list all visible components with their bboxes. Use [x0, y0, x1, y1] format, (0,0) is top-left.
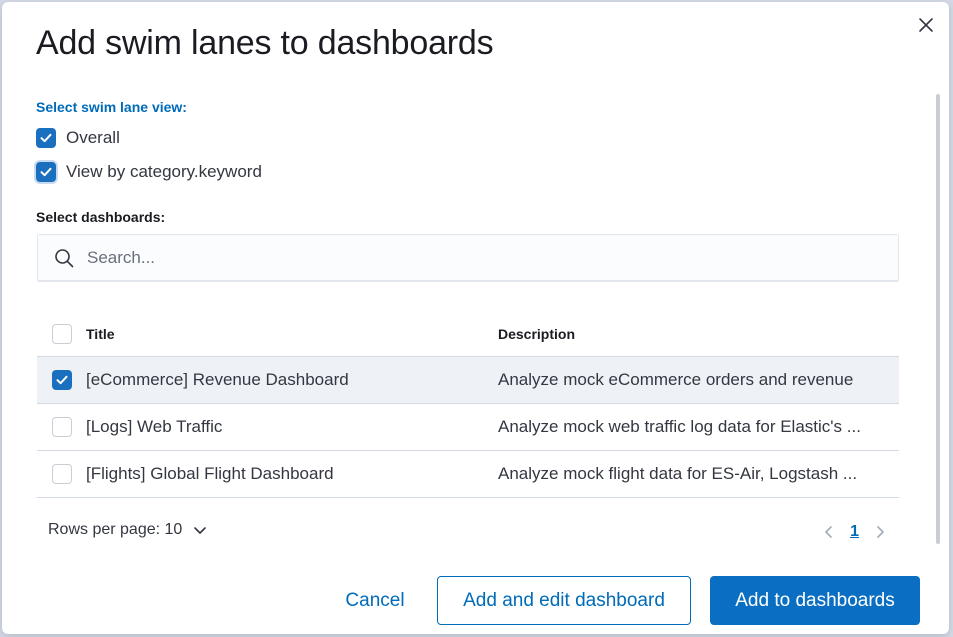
- row-title: [eCommerce] Revenue Dashboard: [86, 370, 349, 389]
- select-all-checkbox[interactable]: [51, 324, 72, 344]
- chevron-down-icon: [192, 522, 208, 538]
- option-view-by-category[interactable]: View by category.keyword: [36, 162, 262, 182]
- search-field[interactable]: [37, 234, 899, 282]
- page-number[interactable]: 1: [850, 523, 859, 541]
- swimlane-view-label: Select swim lane view:: [36, 99, 187, 115]
- row-title: [Logs] Web Traffic: [86, 417, 223, 436]
- table-row[interactable]: [eCommerce] Revenue Dashboard Analyze mo…: [37, 357, 899, 404]
- add-to-dashboards-button[interactable]: Add to dashboards: [710, 576, 920, 625]
- row-description: Analyze mock web traffic log data for El…: [498, 417, 861, 436]
- view-by-category-label: View by category.keyword: [66, 162, 262, 181]
- rows-per-page-button[interactable]: Rows per page: 10: [48, 521, 208, 539]
- column-description[interactable]: Description: [498, 326, 899, 342]
- check-icon: [56, 370, 68, 390]
- scrollbar[interactable]: [936, 94, 940, 544]
- cancel-button[interactable]: Cancel: [330, 576, 420, 625]
- search-input[interactable]: [87, 248, 867, 268]
- row-description: Analyze mock flight data for ES-Air, Log…: [498, 464, 858, 483]
- check-icon: [40, 128, 52, 148]
- rows-per-page-label: Rows per page: 10: [48, 521, 183, 538]
- modal-title: Add swim lanes to dashboards: [36, 24, 494, 62]
- overall-checkbox[interactable]: [36, 128, 56, 148]
- table-row[interactable]: [Logs] Web Traffic Analyze mock web traf…: [37, 404, 899, 451]
- select-dashboards-label: Select dashboards:: [36, 209, 166, 225]
- option-overall[interactable]: Overall: [36, 128, 120, 148]
- arrow-left-icon[interactable]: [818, 521, 840, 543]
- view-by-category-checkbox[interactable]: [36, 162, 56, 182]
- add-and-edit-dashboard-button[interactable]: Add and edit dashboard: [437, 576, 691, 625]
- arrow-right-icon[interactable]: [869, 521, 891, 543]
- row-title: [Flights] Global Flight Dashboard: [86, 464, 334, 483]
- row-checkbox[interactable]: [51, 370, 72, 390]
- dashboards-table: Title Description [eCommerce] Revenue Da…: [37, 312, 899, 498]
- overall-label: Overall: [66, 128, 120, 147]
- close-icon: [918, 17, 934, 38]
- add-swimlanes-modal: Add swim lanes to dashboards Select swim…: [2, 2, 949, 634]
- row-checkbox[interactable]: [51, 464, 72, 484]
- check-icon: [40, 162, 52, 182]
- close-button[interactable]: [915, 16, 937, 38]
- row-checkbox[interactable]: [51, 417, 72, 437]
- pagination: 1: [818, 521, 891, 543]
- table-row[interactable]: [Flights] Global Flight Dashboard Analyz…: [37, 451, 899, 498]
- column-title[interactable]: Title: [86, 326, 498, 342]
- table-header: Title Description: [37, 312, 899, 357]
- search-icon: [53, 247, 75, 269]
- row-description: Analyze mock eCommerce orders and revenu…: [498, 370, 854, 389]
